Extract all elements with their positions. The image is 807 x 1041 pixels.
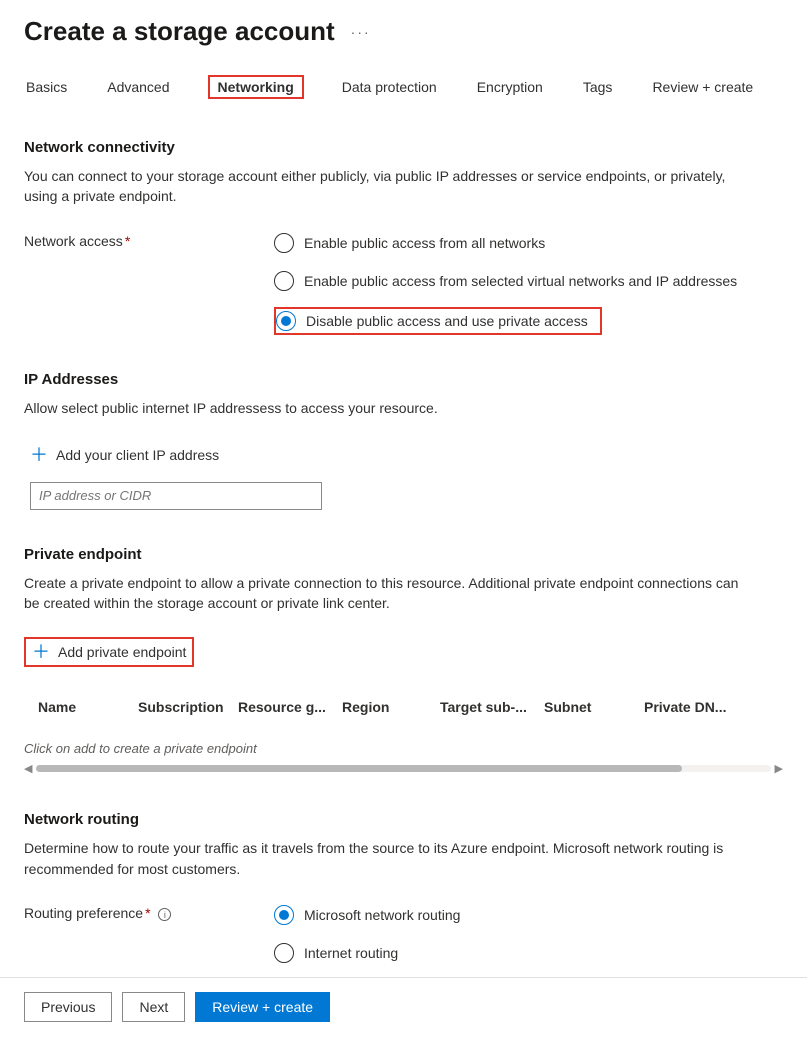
network-access-options: Enable public access from all networks E… (274, 231, 783, 335)
radio-icon (276, 311, 296, 331)
routing-preference-options: Microsoft network routing Internet routi… (274, 903, 783, 965)
tab-data-protection[interactable]: Data protection (340, 75, 439, 99)
radio-internet-routing[interactable]: Internet routing (274, 941, 783, 965)
tab-basics[interactable]: Basics (24, 75, 69, 99)
col-resource-group: Resource g... (238, 699, 342, 715)
wizard-footer: Previous Next Review + create (0, 977, 807, 1036)
radio-icon (274, 905, 294, 925)
network-connectivity-heading: Network connectivity (24, 139, 783, 156)
radio-icon (274, 943, 294, 963)
radio-label: Internet routing (304, 945, 398, 961)
more-icon[interactable]: ··· (351, 24, 371, 40)
col-target-subresource: Target sub-... (440, 699, 544, 715)
tab-tags[interactable]: Tags (581, 75, 615, 99)
scroll-thumb[interactable] (36, 765, 682, 772)
info-icon[interactable]: i (158, 908, 171, 921)
plus-icon: ＋ (32, 643, 50, 661)
radio-public-all[interactable]: Enable public access from all networks (274, 231, 783, 255)
tab-review-create[interactable]: Review + create (650, 75, 755, 99)
network-routing-heading: Network routing (24, 811, 783, 828)
col-subscription: Subscription (138, 699, 238, 715)
page-title: Create a storage account (24, 16, 335, 47)
private-endpoint-heading: Private endpoint (24, 546, 783, 563)
radio-icon (274, 233, 294, 253)
add-private-endpoint-button[interactable]: ＋ Add private endpoint (24, 637, 194, 667)
add-client-ip-button[interactable]: ＋ Add your client IP address (24, 442, 225, 468)
radio-disable-public[interactable]: Disable public access and use private ac… (274, 307, 602, 335)
ip-addresses-heading: IP Addresses (24, 371, 783, 388)
previous-button[interactable]: Previous (24, 992, 112, 1022)
radio-label: Microsoft network routing (304, 907, 460, 923)
add-client-ip-label: Add your client IP address (56, 447, 219, 463)
tab-encryption[interactable]: Encryption (475, 75, 545, 99)
radio-public-selected[interactable]: Enable public access from selected virtu… (274, 269, 783, 293)
network-connectivity-description: You can connect to your storage account … (24, 166, 744, 207)
wizard-tabs: Basics Advanced Networking Data protecti… (24, 75, 783, 99)
col-subnet: Subnet (544, 699, 644, 715)
horizontal-scrollbar[interactable]: ◀ ▶ (24, 762, 783, 775)
tab-advanced[interactable]: Advanced (105, 75, 171, 99)
radio-icon (274, 271, 294, 291)
tab-networking[interactable]: Networking (208, 75, 304, 99)
network-access-label: Network access* (24, 231, 274, 249)
required-indicator: * (125, 233, 130, 249)
col-name: Name (38, 699, 138, 715)
scroll-left-icon[interactable]: ◀ (24, 762, 32, 775)
private-endpoint-table-header: Name Subscription Resource g... Region T… (24, 691, 783, 723)
routing-preference-label: Routing preference* i (24, 903, 274, 921)
scroll-right-icon[interactable]: ▶ (775, 762, 783, 775)
ip-address-input[interactable] (30, 482, 322, 510)
next-button[interactable]: Next (122, 992, 185, 1022)
radio-label: Disable public access and use private ac… (306, 313, 588, 329)
radio-microsoft-routing[interactable]: Microsoft network routing (274, 903, 783, 927)
col-private-dns: Private DN... (644, 699, 744, 715)
review-create-button[interactable]: Review + create (195, 992, 330, 1022)
private-endpoint-empty-text: Click on add to create a private endpoin… (24, 741, 783, 756)
col-region: Region (342, 699, 440, 715)
plus-icon: ＋ (30, 446, 48, 464)
network-routing-description: Determine how to route your traffic as i… (24, 838, 744, 879)
private-endpoint-description: Create a private endpoint to allow a pri… (24, 573, 744, 614)
radio-label: Enable public access from selected virtu… (304, 273, 737, 289)
add-private-endpoint-label: Add private endpoint (58, 644, 186, 660)
required-indicator: * (145, 905, 150, 921)
radio-label: Enable public access from all networks (304, 235, 545, 251)
scroll-track[interactable] (36, 765, 770, 772)
ip-addresses-description: Allow select public internet IP addresse… (24, 398, 744, 418)
